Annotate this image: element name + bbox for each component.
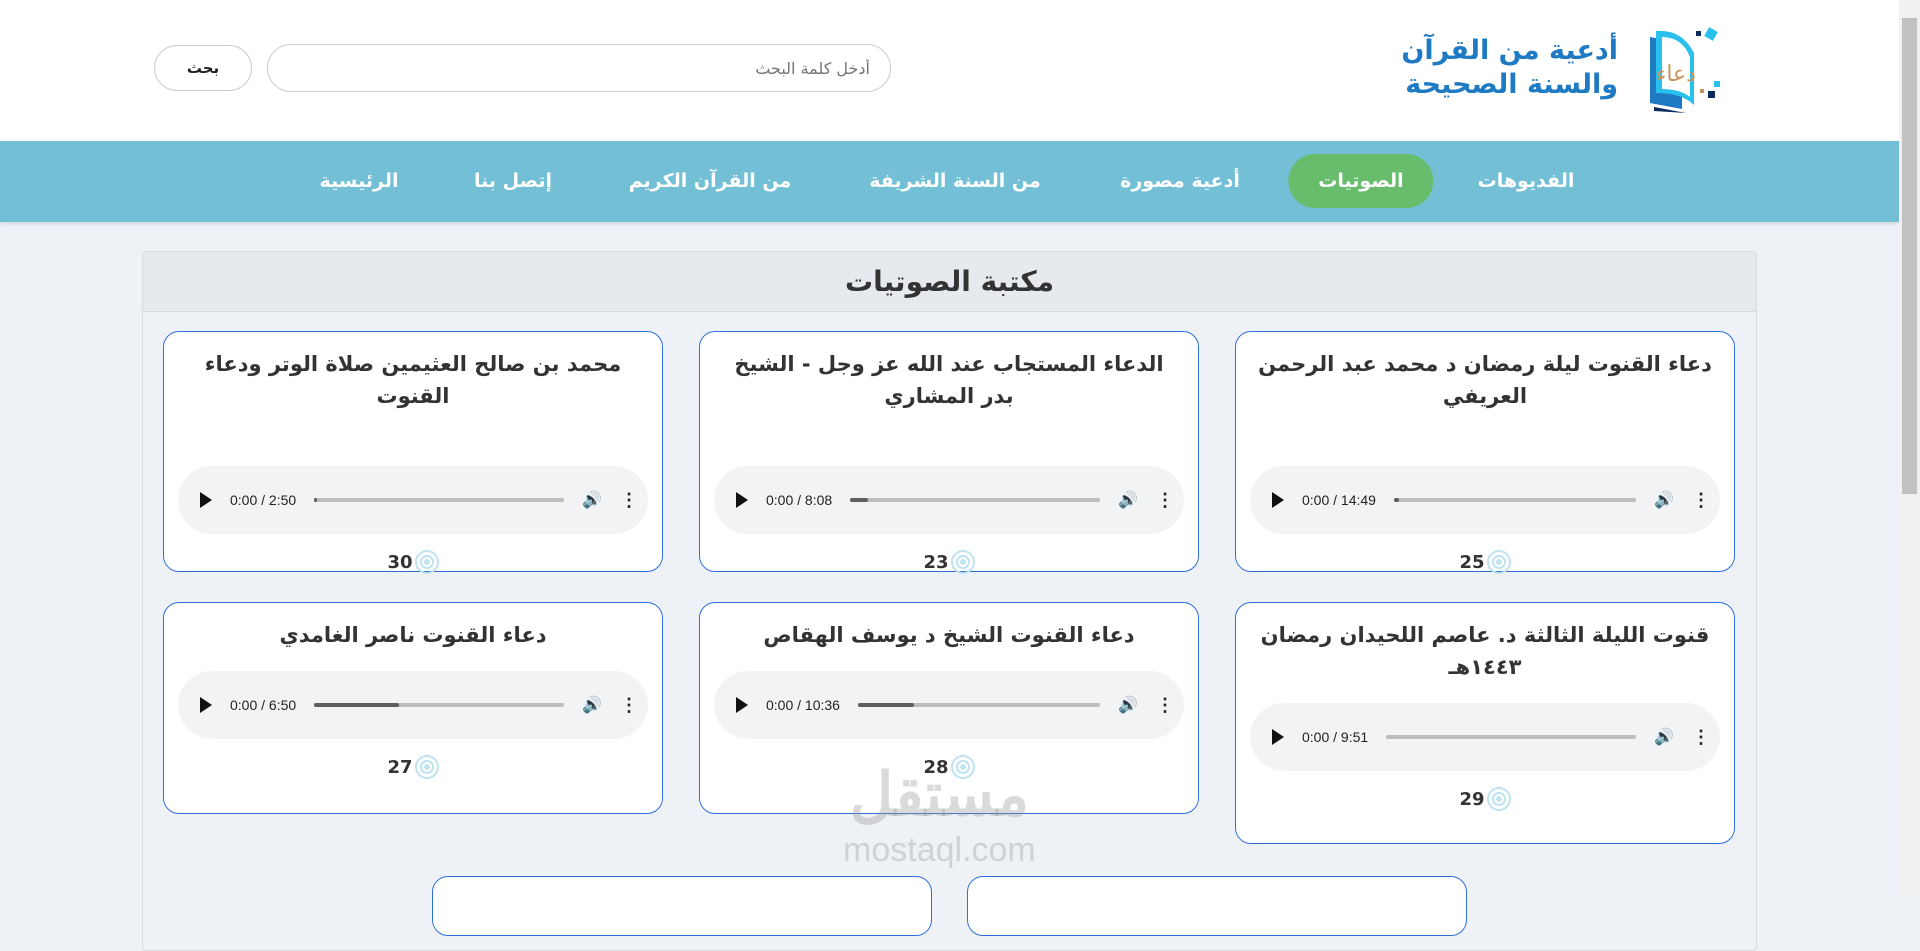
audio-player[interactable]: 0:00 / 10:36 🔊 ⋮	[714, 671, 1184, 739]
audio-card: محمد بن صالح العثيمين صلاة الوتر ودعاء ا…	[163, 331, 663, 574]
nav-videos[interactable]: الفديوهات	[1448, 154, 1605, 208]
audio-card: الدعاء المستجاب عند الله عز وجل - الشيخ …	[699, 331, 1199, 574]
search-button[interactable]: بحث	[154, 45, 252, 91]
audio-player[interactable]: 0:00 / 14:49 🔊 ⋮	[1250, 466, 1720, 534]
nav-home[interactable]: الرئيسية	[290, 154, 429, 208]
nav-image-duas[interactable]: أدعية مصورة	[1090, 154, 1270, 208]
watermark-latin: mostaql.com	[843, 831, 1036, 869]
seek-bar[interactable]	[1393, 498, 1637, 502]
more-options-icon[interactable]: ⋮	[1692, 728, 1710, 746]
audio-time: 0:00 / 9:51	[1302, 729, 1369, 745]
audio-card	[432, 876, 932, 936]
audio-player[interactable]: 0:00 / 9:51 🔊 ⋮	[1250, 703, 1720, 771]
volume-icon[interactable]: 🔊	[1118, 695, 1138, 715]
scrollbar[interactable]	[1899, 0, 1920, 896]
buffered-progress	[314, 703, 400, 707]
logo-line-2: والسنة الصحيحة	[1405, 69, 1618, 100]
audio-title: دعاء القنوت الشيخ د يوسف الهقاص	[763, 623, 1135, 647]
listens-icon	[1486, 787, 1511, 811]
buffered-progress	[1393, 498, 1399, 502]
play-count-value: 30	[387, 551, 413, 573]
logo[interactable]: أدعية من القرآن والسنة الصحيحة دعاء	[1371, 18, 1727, 118]
book-logo-icon: دعاء	[1642, 23, 1727, 113]
audio-card	[967, 876, 1467, 936]
volume-icon[interactable]: 🔊	[582, 490, 602, 510]
play-count: 23	[700, 550, 1198, 574]
listens-icon	[414, 550, 439, 574]
audio-card: دعاء القنوت ناصر الغامدي 0:00 / 6:50 🔊 ⋮…	[163, 602, 663, 814]
audio-card: قنوت الليلة الثالثة د. عاصم اللحيدان رمض…	[1235, 602, 1735, 844]
more-options-icon[interactable]: ⋮	[620, 491, 638, 509]
nav-quran[interactable]: من القرآن الكريم	[599, 154, 822, 208]
audio-player[interactable]: 0:00 / 8:08 🔊 ⋮	[714, 466, 1184, 534]
watermark-arabic: مستقل	[849, 761, 1030, 828]
play-count-value: 25	[1459, 551, 1485, 573]
audio-title: محمد بن صالح العثيمين صلاة الوتر ودعاء ا…	[204, 352, 622, 408]
play-count-value: 29	[1459, 788, 1485, 810]
nav-sunnah[interactable]: من السنة الشريفة	[839, 154, 1070, 208]
panel-title: مكتبة الصوتيات	[143, 252, 1756, 312]
header: بحث أدعية من القرآن والسنة الصحيحة دعاء	[0, 0, 1899, 141]
seek-bar[interactable]	[314, 498, 565, 502]
play-count: 30	[164, 550, 662, 574]
play-count-value: 27	[387, 756, 413, 778]
audio-time: 0:00 / 14:49	[1302, 492, 1376, 508]
audio-title: دعاء القنوت ناصر الغامدي	[279, 623, 547, 647]
seek-bar[interactable]	[314, 703, 565, 707]
play-icon[interactable]	[200, 697, 212, 713]
svg-text:دعاء: دعاء	[1656, 62, 1696, 87]
volume-icon[interactable]: 🔊	[1118, 490, 1138, 510]
audio-title: دعاء القنوت ليلة رمضان د محمد عبد الرحمن…	[1258, 352, 1712, 408]
play-count: 27	[164, 755, 662, 779]
play-icon[interactable]	[200, 492, 212, 508]
audio-player[interactable]: 0:00 / 6:50 🔊 ⋮	[178, 671, 648, 739]
play-count: 29	[1236, 787, 1734, 811]
audio-title: قنوت الليلة الثالثة د. عاصم اللحيدان رمض…	[1260, 623, 1710, 679]
buffered-progress	[314, 498, 317, 502]
listens-icon	[950, 550, 975, 574]
logo-line-1: أدعية من القرآن	[1401, 35, 1618, 66]
listens-icon	[414, 755, 439, 779]
play-icon[interactable]	[736, 697, 748, 713]
audio-time: 0:00 / 6:50	[230, 697, 297, 713]
audio-title: الدعاء المستجاب عند الله عز وجل - الشيخ …	[734, 352, 1164, 408]
seek-bar[interactable]	[850, 498, 1101, 502]
scrollbar-thumb[interactable]	[1902, 18, 1917, 494]
buffered-progress	[850, 498, 868, 502]
nav-audios[interactable]: الصوتيات	[1288, 154, 1434, 208]
play-count: 25	[1236, 550, 1734, 574]
seek-bar[interactable]	[1386, 735, 1637, 739]
volume-icon[interactable]: 🔊	[1654, 490, 1674, 510]
main-nav: الفديوهات الصوتيات أدعية مصورة من السنة …	[0, 141, 1899, 222]
buffered-progress	[857, 703, 914, 707]
more-options-icon[interactable]: ⋮	[1692, 491, 1710, 509]
audio-time: 0:00 / 2:50	[230, 492, 297, 508]
play-icon[interactable]	[1272, 729, 1284, 745]
volume-icon[interactable]: 🔊	[582, 695, 602, 715]
play-count-value: 23	[923, 551, 949, 573]
logo-text: أدعية من القرآن والسنة الصحيحة	[1371, 34, 1618, 102]
watermark: مستقل mostaql.com	[843, 760, 1036, 870]
search-input[interactable]	[267, 44, 891, 92]
volume-icon[interactable]: 🔊	[1654, 727, 1674, 747]
audio-time: 0:00 / 8:08	[766, 492, 833, 508]
audio-player[interactable]: 0:00 / 2:50 🔊 ⋮	[178, 466, 648, 534]
more-options-icon[interactable]: ⋮	[1156, 696, 1174, 714]
nav-contact[interactable]: إتصل بنا	[444, 154, 582, 208]
listens-icon	[1486, 550, 1511, 574]
more-options-icon[interactable]: ⋮	[620, 696, 638, 714]
audio-time: 0:00 / 10:36	[766, 697, 840, 713]
audio-card: دعاء القنوت ليلة رمضان د محمد عبد الرحمن…	[1235, 331, 1735, 574]
more-options-icon[interactable]: ⋮	[1156, 491, 1174, 509]
seek-bar[interactable]	[857, 703, 1101, 707]
play-icon[interactable]	[1272, 492, 1284, 508]
play-icon[interactable]	[736, 492, 748, 508]
